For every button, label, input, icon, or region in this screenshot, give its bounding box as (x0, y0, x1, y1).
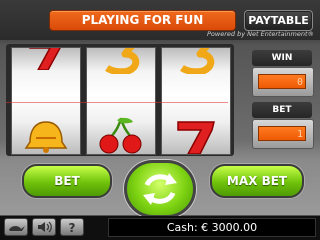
bet-label: BET (252, 102, 312, 118)
bell-symbol (24, 121, 68, 153)
bet-meter: 1 (252, 119, 314, 149)
three-symbol (105, 48, 140, 74)
seven-symbol (29, 48, 61, 70)
win-value: 0 (258, 74, 306, 89)
reel-window (6, 44, 234, 156)
cash-balance: Cash: € 3000.00 (166, 221, 258, 234)
three-symbol (180, 48, 215, 74)
reel-1 (11, 47, 81, 155)
game-mode-banner: PLAYING FOR FUN (49, 10, 236, 31)
help-button[interactable]: ? (60, 218, 84, 236)
spin-arrows-icon (143, 173, 177, 205)
seven-symbol (177, 121, 215, 154)
bet-button[interactable]: BET (22, 164, 112, 198)
powered-by-label: Powered by Net Entertainment® (207, 30, 314, 38)
reel-3 (161, 47, 231, 155)
svg-text:?: ? (69, 221, 76, 235)
paytable-button[interactable]: PAYTABLE (244, 10, 313, 31)
sound-button[interactable] (32, 218, 56, 236)
slot-machine: PLAYING FOR FUN PAYTABLE Powered by Net … (0, 0, 320, 240)
bet-value: 1 (258, 126, 306, 141)
question-mark-icon: ? (69, 221, 76, 235)
spin-button[interactable] (124, 160, 196, 218)
win-meter: 0 (252, 67, 314, 97)
cherries-symbol (99, 117, 142, 154)
reel-2 (86, 47, 156, 155)
payline (6, 102, 228, 103)
genie-lamp-icon (9, 226, 25, 231)
max-bet-button[interactable]: MAX BET (210, 164, 304, 198)
cash-display: Cash: € 3000.00 (108, 218, 316, 237)
speaker-icon (38, 221, 52, 233)
home-button[interactable] (4, 218, 28, 236)
top-bar: PLAYING FOR FUN PAYTABLE Powered by Net … (0, 0, 320, 40)
win-label: WIN (252, 50, 312, 66)
